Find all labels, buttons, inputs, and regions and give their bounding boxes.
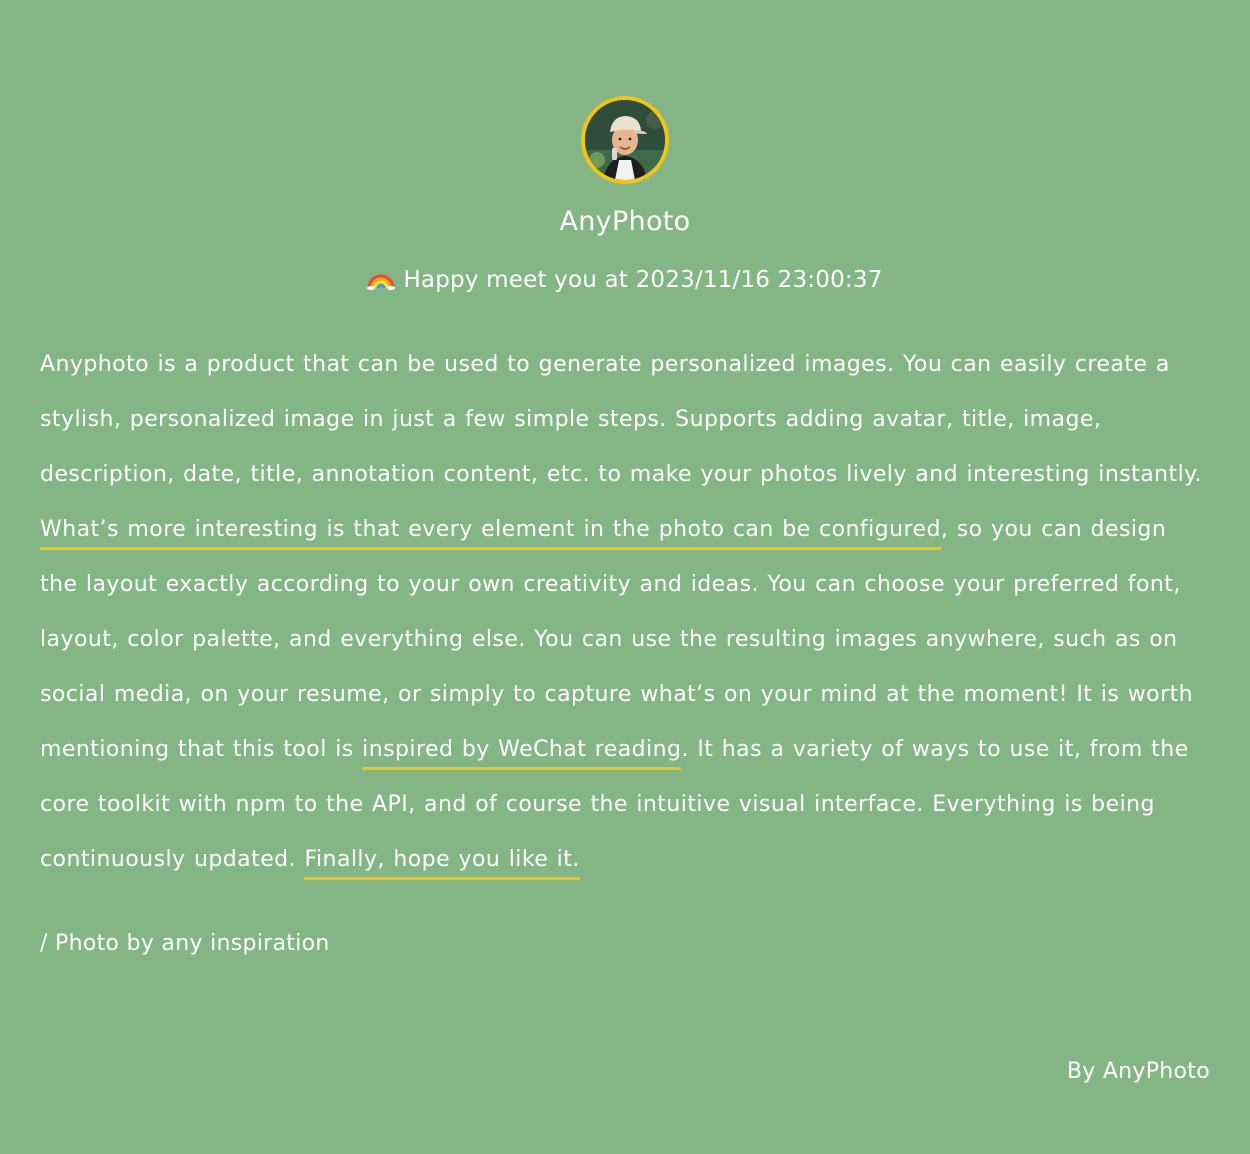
rainbow-icon — [367, 268, 396, 290]
description-text-2: , so you can design the layout exactly a… — [40, 517, 1194, 762]
photo-byline: / Photo by any inspiration — [40, 931, 330, 956]
footer-signature: By AnyPhoto — [1066, 1059, 1210, 1084]
profile-name: AnyPhoto — [559, 206, 691, 237]
greeting-line: Happy meet you at 2023/11/16 23:00:37 — [0, 264, 1250, 296]
highlight-annotation-1: What’s more interesting is that every el… — [40, 517, 941, 550]
avatar-photo — [585, 100, 665, 180]
description-paragraph: Anyphoto is a product that can be used t… — [40, 337, 1210, 887]
photo-card: AnyPhoto Happy meet you at 2023/11/16 23… — [0, 0, 1250, 1154]
greeting-text: Happy meet you at 2023/11/16 23:00:37 — [403, 267, 883, 293]
highlight-annotation-3: Finally, hope you like it. — [304, 847, 580, 880]
description-text-1: Anyphoto is a product that can be used t… — [40, 352, 1202, 487]
highlight-annotation-2: inspired by WeChat reading — [362, 737, 682, 770]
avatar — [581, 96, 669, 184]
